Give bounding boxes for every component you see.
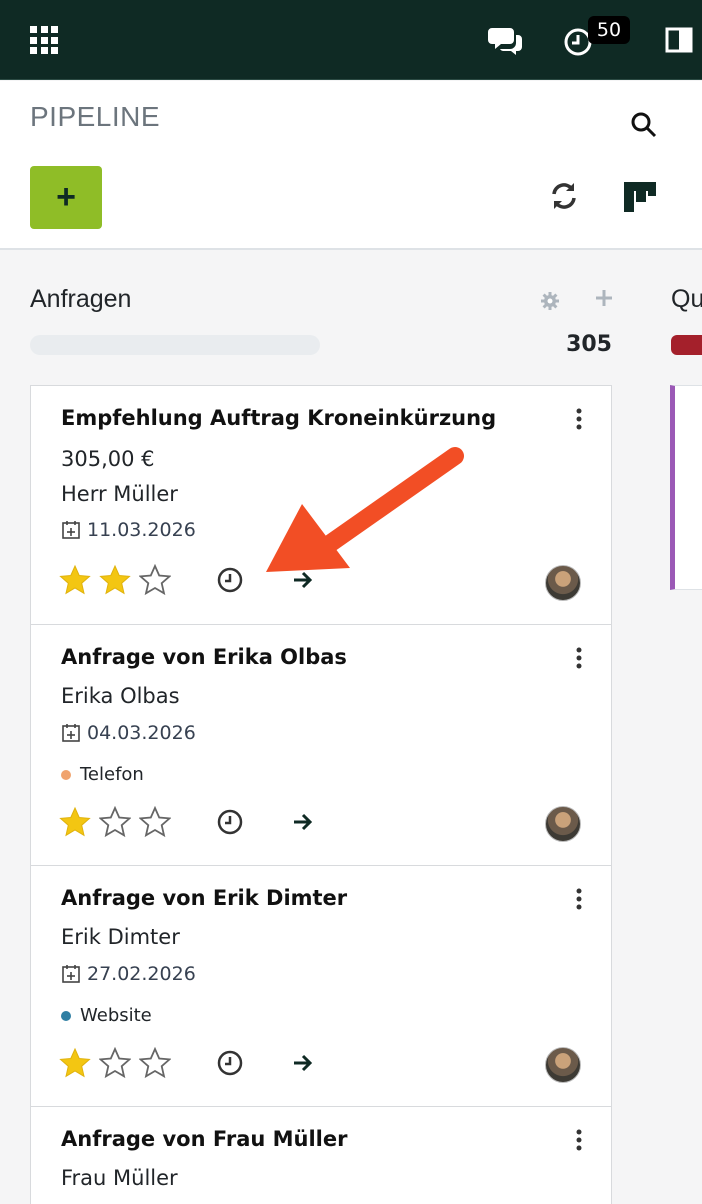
apps-menu-icon[interactable] [30,26,58,54]
column-total: 305 [566,332,612,357]
priority-star-icon[interactable] [59,806,91,838]
annotation-arrow-icon [266,447,464,572]
top-navbar: 50 [0,0,702,80]
card-menu-icon[interactable] [574,1129,584,1151]
kanban-card[interactable]: Anfrage von Frau Müller Frau Müller [30,1106,612,1204]
calendar-icon [62,965,80,983]
kanban-card[interactable]: Anfrage von Erik Dimter Erik Dimter 27.0… [30,865,612,1107]
activity-clock-icon[interactable] [216,1049,244,1077]
control-panel: PIPELINE + [0,81,702,250]
tag-color-dot [61,1010,71,1021]
card-title: Empfehlung Auftrag Kroneinkürzung [61,406,497,430]
column-quick-add-icon[interactable] [594,288,614,308]
priority-star-icon[interactable] [59,564,91,596]
tag-color-dot [61,769,71,780]
card-contact: Frau Müller [61,1166,178,1190]
activity-clock-icon[interactable] [216,808,244,836]
arrow-right-icon[interactable] [291,810,315,834]
priority-star-icon[interactable] [99,806,131,838]
card-date-text: 04.03.2026 [87,722,196,744]
avatar[interactable] [545,1047,581,1083]
kanban-view-icon[interactable] [622,180,658,214]
priority-star-icon[interactable] [99,564,131,596]
arrow-right-icon[interactable] [291,1051,315,1075]
activity-count-badge: 50 [588,16,630,44]
card-date-text: 11.03.2026 [87,519,196,541]
priority-star-icon[interactable] [139,806,171,838]
card-amount: 305,00 € [61,447,155,471]
activity-clock-icon[interactable] [216,566,244,594]
search-icon[interactable] [630,111,658,139]
avatar[interactable] [545,565,581,601]
card-title: Anfrage von Frau Müller [61,1127,348,1151]
calendar-icon [62,521,80,539]
card-deadline: 11.03.2026 [61,519,196,541]
priority-star-icon[interactable] [139,564,171,596]
card-deadline: 27.02.2026 [61,963,196,985]
column-progress-bar[interactable] [30,335,320,355]
card-title: Anfrage von Erik Dimter [61,886,348,910]
card-deadline: 04.03.2026 [61,722,196,744]
page-title: PIPELINE [30,101,161,132]
card-date-text: 27.02.2026 [87,963,196,985]
column-progress-bar[interactable] [671,335,702,355]
refresh-icon[interactable] [548,180,580,212]
card-contact: Erika Olbas [61,684,180,708]
avatar[interactable] [545,806,581,842]
priority-star-icon[interactable] [139,1047,171,1079]
card-contact: Erik Dimter [61,925,180,949]
column-title[interactable]: Qu [671,285,702,314]
card-tag: Telefon [61,764,144,785]
card-title: Anfrage von Erika Olbas [61,645,347,669]
card-menu-icon[interactable] [574,888,584,910]
card-menu-icon[interactable] [574,647,584,669]
kanban-card[interactable]: Anfrage von Erika Olbas Erika Olbas 04.0… [30,624,612,866]
side-panel-toggle-icon[interactable] [665,27,693,53]
card-footer [59,1047,589,1081]
column-title[interactable]: Anfragen [30,285,131,314]
card-contact: Herr Müller [61,482,178,506]
card-footer [59,806,589,840]
card-menu-icon[interactable] [574,408,584,430]
chat-icon[interactable] [488,24,524,56]
tag-label: Telefon [80,764,144,785]
tag-label: Website [80,1005,152,1026]
card-tag: Website [61,1005,152,1026]
priority-star-icon[interactable] [59,1047,91,1079]
calendar-icon [62,724,80,742]
priority-star-icon[interactable] [99,1047,131,1079]
new-record-button[interactable]: + [30,166,102,229]
kanban-card[interactable] [670,385,702,590]
column-settings-gear-icon[interactable] [540,291,560,311]
